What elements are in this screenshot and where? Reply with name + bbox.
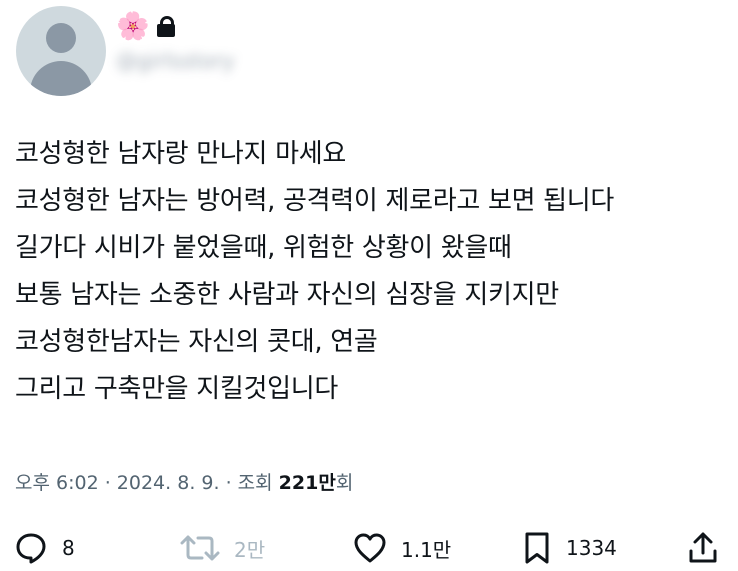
author-handle-blurred[interactable]: @girlsstory (116, 49, 235, 73)
post-line: 보통 남자는 소중한 사람과 자신의 심장을 지키지만 (15, 280, 559, 310)
post-line: 코성형한남자는 자신의 콧대, 연골 (15, 327, 378, 357)
repost-button[interactable]: 2만 (180, 526, 265, 570)
post-line: 코성형한 남자랑 만나지 마세요 (15, 139, 346, 169)
lock-icon (156, 15, 176, 37)
views-label: 조회 (237, 472, 279, 494)
like-count: 1.1만 (401, 537, 452, 562)
bookmark-count: 1334 (566, 536, 617, 560)
share-icon (687, 531, 719, 565)
views-suffix: 회 (335, 472, 354, 494)
reply-button[interactable]: 8 (14, 526, 75, 570)
bookmark-button[interactable]: 1334 (522, 526, 617, 570)
bookmark-icon (522, 531, 552, 565)
post-text: 코성형한 남자랑 만나지 마세요 코성형한 남자는 방어력, 공격력이 제로라고… (15, 131, 730, 413)
repost-count: 2만 (234, 537, 266, 562)
post-line: 코성형한 남자는 방어력, 공격력이 제로라고 보면 됩니다 (15, 186, 615, 216)
post-date[interactable]: 2024. 8. 9. (117, 472, 220, 494)
action-bar: 8 2만 1.1만 1334 (0, 526, 738, 570)
reply-icon (14, 531, 48, 565)
repost-icon (180, 531, 220, 565)
heart-icon (353, 532, 387, 564)
post-line: 길가다 시비가 붙었을때, 위험한 상황이 왔을때 (15, 233, 512, 263)
meta-separator: · (219, 472, 238, 494)
cherry-blossom-emoji: 🌸 (116, 10, 150, 42)
avatar-body (30, 61, 92, 96)
reply-count: 8 (62, 536, 75, 560)
share-button[interactable] (687, 526, 719, 570)
author-name-row: 🌸 (116, 10, 176, 42)
meta-separator: · (98, 472, 117, 494)
avatar-head (46, 23, 76, 53)
like-button[interactable]: 1.1만 (353, 526, 451, 570)
avatar[interactable] (16, 6, 106, 96)
post-line: 그리고 구축만을 지킬것입니다 (15, 374, 338, 404)
views-count: 221만 (278, 472, 336, 494)
post-meta: 오후 6:02 · 2024. 8. 9. · 조회 221만회 (15, 468, 353, 495)
post-time[interactable]: 오후 6:02 (15, 472, 99, 494)
